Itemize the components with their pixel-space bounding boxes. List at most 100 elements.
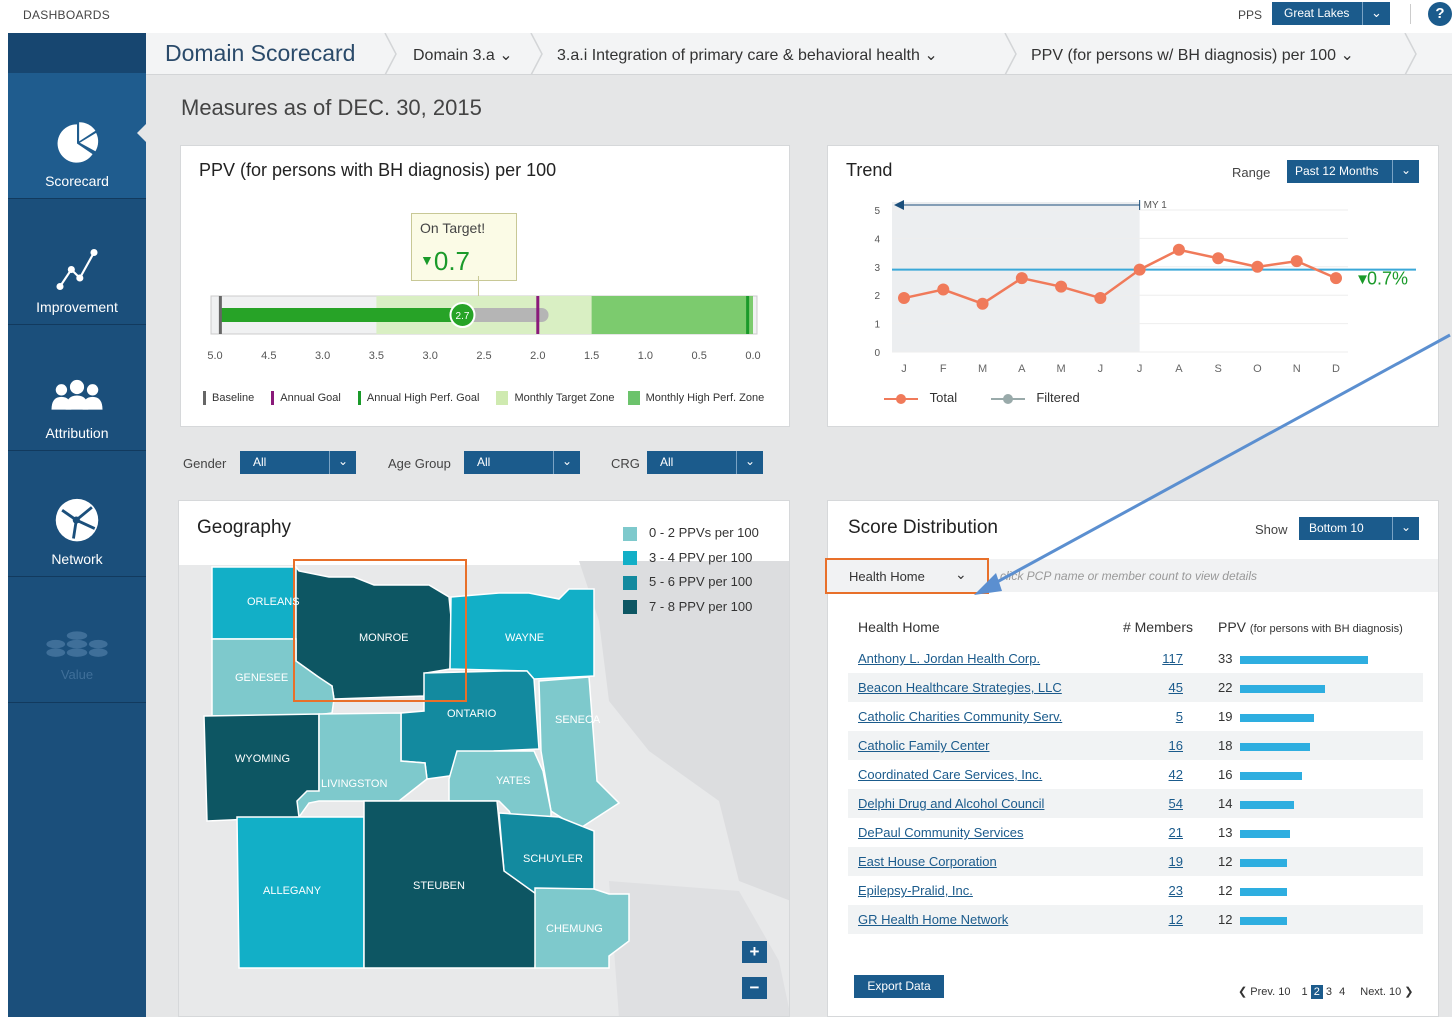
- members-link[interactable]: 54: [1169, 796, 1183, 811]
- chevron-down-icon: ⌄: [553, 451, 580, 474]
- members-cell: 12: [1088, 905, 1218, 934]
- chevron-down-icon: ⌄: [955, 566, 967, 582]
- dashboards-label[interactable]: DASHBOARDS: [23, 8, 110, 22]
- group-select[interactable]: Health Home ⌄: [825, 558, 989, 594]
- pie-chart-icon: [57, 122, 99, 163]
- data-point: [898, 292, 910, 305]
- health-home-link[interactable]: Epilepsy-Pralid, Inc.: [858, 883, 973, 898]
- ppv-bar: [1240, 713, 1314, 722]
- scale-tick-label: 3.0: [315, 350, 330, 362]
- members-cell: 54: [1088, 789, 1218, 818]
- members-link[interactable]: 45: [1169, 680, 1183, 695]
- age-label: Age Group: [388, 456, 451, 471]
- health-home-link[interactable]: GR Health Home Network: [858, 912, 1008, 927]
- health-home-link[interactable]: Catholic Charities Community Serv.: [858, 709, 1062, 724]
- sidebar-top: [8, 33, 146, 73]
- legend-label: Total: [929, 390, 958, 405]
- health-home-link[interactable]: DePaul Community Services: [858, 825, 1023, 840]
- pps-select[interactable]: Great Lakes ⌄: [1272, 2, 1390, 25]
- gender-select[interactable]: All ⌄: [240, 451, 356, 474]
- data-point: [1330, 272, 1342, 285]
- sidebar-item-value[interactable]: Value: [8, 577, 146, 703]
- crg-label: CRG: [611, 456, 640, 471]
- health-home-cell: East House Corporation: [848, 847, 1088, 876]
- legend-item: 5 - 6 PPV per 100: [623, 570, 759, 595]
- page-link[interactable]: 4: [1339, 986, 1345, 998]
- table-row: GR Health Home Network 12 12: [848, 905, 1423, 934]
- members-link[interactable]: 117: [1162, 651, 1183, 666]
- chevron-left-icon: ❮: [1238, 986, 1248, 998]
- history-band: [892, 202, 1140, 352]
- crg-select[interactable]: All ⌄: [647, 451, 763, 474]
- health-home-link[interactable]: East House Corporation: [858, 854, 997, 869]
- help-icon[interactable]: ?: [1428, 2, 1452, 26]
- breadcrumb-separator: [384, 33, 397, 75]
- members-link[interactable]: 23: [1169, 883, 1183, 898]
- ppv-value: 22: [1218, 680, 1233, 695]
- prev-label: Prev. 10: [1250, 986, 1291, 998]
- breadcrumb-project[interactable]: 3.a.i Integration of primary care & beha…: [557, 45, 938, 65]
- pps-label: PPS: [1238, 8, 1263, 22]
- current-value-label: 2.7: [456, 311, 470, 322]
- data-point: [1251, 260, 1264, 273]
- prev-page-link[interactable]: ❮ Prev. 10: [1238, 986, 1290, 998]
- range-select[interactable]: Past 12 Months ⌄: [1287, 160, 1419, 183]
- zoom-out-button[interactable]: −: [742, 977, 767, 999]
- zoom-in-button[interactable]: +: [742, 941, 767, 963]
- table-row: Beacon Healthcare Strategies, LLC 45 22: [848, 673, 1423, 702]
- breadcrumb-separator: [1004, 33, 1017, 75]
- members-link[interactable]: 16: [1169, 738, 1183, 753]
- ppv-cell: 12: [1218, 847, 1423, 876]
- ppv-cell: 13: [1218, 818, 1423, 847]
- legend-swatch: [623, 551, 637, 566]
- health-home-link[interactable]: Beacon Healthcare Strategies, LLC: [858, 680, 1062, 695]
- ppv-value: 12: [1218, 854, 1233, 869]
- health-home-link[interactable]: Coordinated Care Services, Inc.: [858, 767, 1042, 782]
- breadcrumb-separator: [1404, 33, 1417, 75]
- sidebar-item-scorecard[interactable]: Scorecard: [8, 73, 147, 199]
- county-label: GENESEE: [235, 672, 289, 684]
- status-callout: On Target! ▼0.7: [411, 213, 517, 281]
- change-value: ▾0.7%: [1358, 269, 1408, 289]
- sidebar-item-label: Improvement: [36, 299, 118, 315]
- scale-tick-label: 3.5: [369, 350, 384, 362]
- members-link[interactable]: 12: [1169, 912, 1183, 927]
- next-page-link[interactable]: Next. 10 ❯: [1360, 986, 1413, 998]
- table-row: Catholic Charities Community Serv. 5 19: [848, 702, 1423, 731]
- page-link[interactable]: 1: [1302, 986, 1308, 998]
- breadcrumb-measure[interactable]: PPV (for persons w/ BH diagnosis) per 10…: [1031, 45, 1354, 65]
- members-link[interactable]: 5: [1176, 709, 1183, 724]
- breadcrumb-domain[interactable]: Domain 3.a ⌄: [413, 45, 513, 65]
- network-icon: [55, 498, 99, 542]
- health-home-link[interactable]: Delphi Drug and Alcohol Council: [858, 796, 1044, 811]
- ppv-bar: [1240, 742, 1310, 751]
- page-link[interactable]: 3: [1326, 986, 1332, 998]
- members-link[interactable]: 21: [1169, 825, 1183, 840]
- sidebar-item-improvement[interactable]: Improvement: [8, 199, 146, 325]
- members-link[interactable]: 42: [1169, 767, 1183, 782]
- legend-swatch: [271, 391, 275, 405]
- top-bar: DASHBOARDS PPS Great Lakes ⌄ ?: [0, 0, 1452, 33]
- y-tick-label: 5: [874, 206, 880, 217]
- scale-tick-label: 3.0: [423, 350, 438, 362]
- sidebar-item-label: Network: [51, 551, 103, 567]
- ppv-value: 18: [1218, 738, 1233, 753]
- data-point: [1094, 292, 1107, 305]
- export-data-button[interactable]: Export Data: [854, 975, 944, 998]
- sidebar-item-network[interactable]: Network: [8, 451, 146, 577]
- members-link[interactable]: 19: [1169, 854, 1183, 869]
- legend-item: 0 - 2 PPVs per 100: [623, 521, 759, 546]
- health-home-link[interactable]: Anthony L. Jordan Health Corp.: [858, 651, 1040, 666]
- sidebar-item-attribution[interactable]: Attribution: [8, 325, 146, 451]
- health-home-link[interactable]: Catholic Family Center: [858, 738, 990, 753]
- sidebar-item-label: Attribution: [45, 425, 109, 441]
- page-link-current[interactable]: 2: [1310, 985, 1323, 999]
- age-select[interactable]: All ⌄: [464, 451, 580, 474]
- measure-card: PPV (for persons with BH diagnosis) per …: [180, 145, 790, 427]
- health-home-cell: Delphi Drug and Alcohol Council: [848, 789, 1088, 818]
- ppv-bar: [1240, 829, 1291, 838]
- sidebar: Scorecard Improvement Attribution Networ…: [8, 33, 147, 1017]
- legend-swatch: [623, 526, 637, 541]
- progress-bar: [220, 308, 463, 322]
- county-label: ALLEGANY: [263, 885, 322, 897]
